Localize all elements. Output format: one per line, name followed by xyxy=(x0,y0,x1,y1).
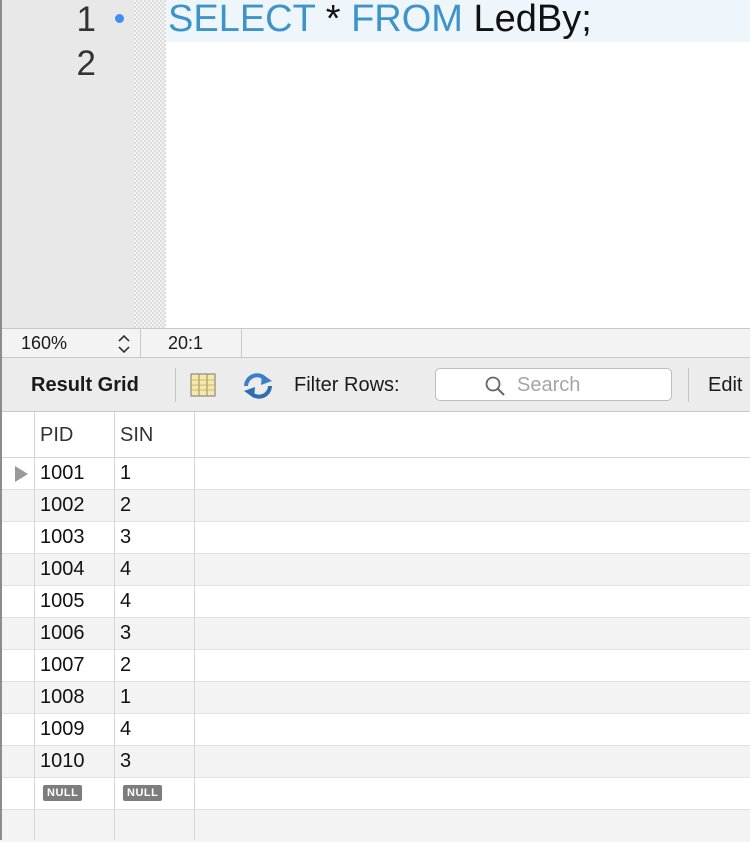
code-line-1[interactable]: SELECT * FROM LedBy; xyxy=(168,0,592,40)
result-grid[interactable]: PID SIN 1001 1 1002 2 1003 3 1004 4 1005… xyxy=(0,412,750,842)
cell-pid[interactable]: 1008 xyxy=(40,686,85,709)
empty-row xyxy=(0,810,750,842)
cell-sin[interactable]: 1 xyxy=(120,686,131,709)
statement-marker-icon[interactable] xyxy=(115,14,124,23)
cell-pid[interactable]: 1009 xyxy=(40,718,85,741)
table-row[interactable]: 1002 2 xyxy=(0,490,750,522)
table-row[interactable]: 1005 4 xyxy=(0,586,750,618)
cell-pid[interactable]: 1004 xyxy=(40,558,85,581)
keyword-select: SELECT xyxy=(168,0,316,40)
new-row[interactable]: NULL NULL xyxy=(0,778,750,810)
select-star: * xyxy=(325,0,341,40)
filter-rows-label: Filter Rows: xyxy=(294,374,400,396)
table-row[interactable]: 1010 3 xyxy=(0,746,750,778)
table-row[interactable]: 1001 1 xyxy=(0,458,750,490)
window-left-border xyxy=(0,0,2,840)
column-divider[interactable] xyxy=(114,412,115,840)
grid-view-icon[interactable] xyxy=(190,372,216,398)
table-row[interactable]: 1003 3 xyxy=(0,522,750,554)
row-header-divider xyxy=(34,412,35,840)
cell-pid[interactable]: 1007 xyxy=(40,654,85,677)
cell-pid[interactable]: 1010 xyxy=(40,750,85,773)
toolbar-divider xyxy=(175,368,176,402)
keyword-from: FROM xyxy=(351,0,463,40)
toolbar-divider xyxy=(688,368,689,402)
search-icon xyxy=(485,376,505,396)
current-row-marker-icon xyxy=(15,466,28,482)
table-row[interactable]: 1008 1 xyxy=(0,682,750,714)
result-grid-label[interactable]: Result Grid xyxy=(31,374,139,397)
cell-pid[interactable]: 1002 xyxy=(40,494,85,517)
table-row[interactable]: 1004 4 xyxy=(0,554,750,586)
search-placeholder: Search xyxy=(517,374,581,396)
column-header-sin[interactable]: SIN xyxy=(120,424,153,447)
cell-sin[interactable]: 4 xyxy=(120,590,131,613)
column-divider[interactable] xyxy=(194,412,195,840)
status-divider xyxy=(140,329,141,359)
column-header-pid[interactable]: PID xyxy=(40,424,73,447)
zoom-stepper-icon[interactable] xyxy=(117,332,131,356)
sql-editor[interactable]: 1 2 SELECT * FROM LedBy; xyxy=(0,0,750,328)
null-badge-pid[interactable]: NULL xyxy=(43,785,83,801)
cell-pid[interactable]: 1005 xyxy=(40,590,85,613)
null-badge-sin[interactable]: NULL xyxy=(123,785,163,801)
cell-sin[interactable]: 3 xyxy=(120,526,131,549)
editor-status-bar: 160% 20:1 xyxy=(0,328,750,359)
cell-pid[interactable]: 1001 xyxy=(40,462,85,485)
cell-sin[interactable]: 1 xyxy=(120,462,131,485)
result-toolbar: Result Grid Filter Rows: Search Edit xyxy=(0,358,750,412)
table-row[interactable]: 1009 4 xyxy=(0,714,750,746)
status-divider xyxy=(241,329,242,359)
line-number-gutter: 1 2 xyxy=(2,0,134,328)
fold-margin xyxy=(134,0,166,328)
cell-sin[interactable]: 2 xyxy=(120,654,131,677)
line-number-1: 1 xyxy=(76,0,96,39)
cursor-position: 20:1 xyxy=(168,333,204,353)
cell-pid[interactable]: 1006 xyxy=(40,622,85,645)
edit-label[interactable]: Edit xyxy=(708,374,742,397)
cell-sin[interactable]: 4 xyxy=(120,718,131,741)
filter-search-input[interactable]: Search xyxy=(435,368,672,401)
table-row[interactable]: 1007 2 xyxy=(0,650,750,682)
table-row[interactable]: 1006 3 xyxy=(0,618,750,650)
cell-sin[interactable]: 4 xyxy=(120,558,131,581)
line-number-2: 2 xyxy=(76,44,96,83)
grid-header-row: PID SIN xyxy=(0,412,750,458)
cell-sin[interactable]: 3 xyxy=(120,622,131,645)
cell-sin[interactable]: 2 xyxy=(120,494,131,517)
zoom-level[interactable]: 160% xyxy=(21,333,67,354)
cell-sin[interactable]: 3 xyxy=(120,750,131,773)
table-name: LedBy; xyxy=(473,0,592,40)
cell-pid[interactable]: 1003 xyxy=(40,526,85,549)
refresh-icon[interactable] xyxy=(242,372,274,400)
